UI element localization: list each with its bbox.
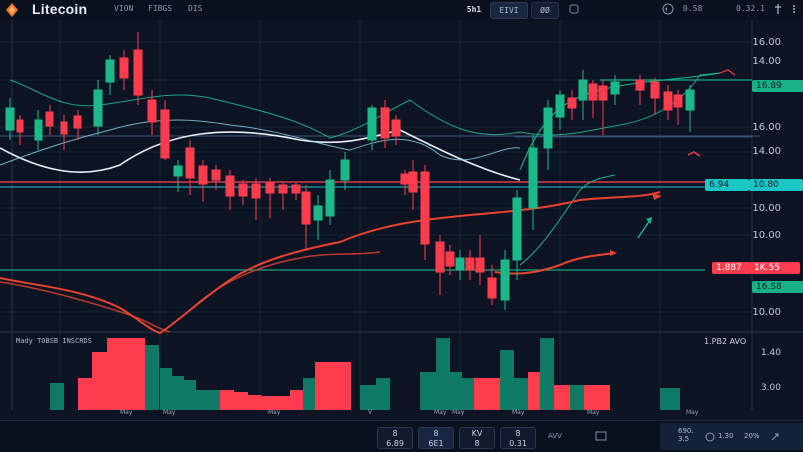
expand-icon[interactable]	[770, 432, 780, 442]
bottom-toolbar: 8 6.89 8 6E1 KV 8 8 0.31 AVV 690. 3.5 1.…	[0, 420, 803, 452]
bottom-button-4[interactable]: 8 0.31	[500, 427, 536, 449]
top-toolbar: Litecoin VION FIBGS DIS 5h1 EIVI ØØ 0.S8…	[0, 0, 803, 21]
nav-item-fibgs[interactable]: FIBGS	[148, 4, 172, 13]
volume-title: Mady TOBSB INSCRDS	[16, 337, 92, 345]
price-tag-green: 16.89	[752, 80, 803, 92]
price-tag-green-low: 16.S8	[752, 281, 803, 293]
volume-readout: 1.PB2 AVO	[704, 337, 747, 346]
settings-icon[interactable]	[568, 3, 580, 15]
time-label: May	[120, 409, 133, 416]
clock-icon[interactable]	[705, 432, 715, 442]
pin-icon[interactable]	[772, 3, 784, 15]
time-label: May	[686, 409, 699, 416]
timeframe-button[interactable]: 5h1	[462, 2, 486, 17]
bottom-value-3: 1.30	[718, 432, 734, 440]
time-label: May	[452, 409, 465, 416]
volume-axis-label: 1.40	[760, 348, 781, 358]
price-axis-label: 14.00	[752, 56, 781, 67]
bottom-button-2[interactable]: 8 6E1	[418, 427, 454, 449]
time-label: May	[434, 409, 447, 416]
nav-item-dis[interactable]: DIS	[188, 4, 202, 13]
time-axis: May May May V May May May May May	[0, 409, 803, 420]
time-label: May	[587, 409, 600, 416]
time-label: May	[268, 409, 281, 416]
price-axis-label: 14.00	[752, 146, 781, 157]
app-title: Litecoin	[32, 1, 88, 17]
bottom-status-panel: 690. 3.5 1.30 20%	[660, 423, 803, 450]
bottom-button-1[interactable]: 8 6.89	[377, 427, 413, 449]
bottom-button-3[interactable]: KV 8	[459, 427, 495, 449]
top-value-2: 0.32.1	[736, 4, 765, 13]
indicators-button[interactable]: EIVI	[490, 2, 528, 19]
price-axis-label: 16.00	[752, 37, 781, 48]
nav-item-vion[interactable]: VION	[114, 4, 133, 13]
bottom-value-2: 690. 3.5	[678, 427, 694, 443]
compare-button[interactable]: ØØ	[531, 2, 559, 19]
bottom-value-4: 20%	[744, 432, 760, 440]
time-label: May	[163, 409, 176, 416]
price-tag-red-right: 1K.55	[750, 262, 800, 274]
price-tag-cyan-left: 6.94	[705, 179, 749, 191]
more-icon[interactable]	[788, 3, 800, 15]
price-axis-label: 10.00	[752, 230, 781, 241]
price-axis-label: 10.00	[752, 203, 781, 214]
price-tag-cyan-right: 10.80	[749, 179, 803, 191]
volume-axis-label: 3.00	[760, 383, 781, 393]
price-axis-label: 16.00	[752, 122, 781, 133]
bottom-value-1: AVV	[548, 432, 562, 440]
grid-toggle-icon[interactable]	[595, 431, 607, 441]
price-axis-label: 10.00	[752, 307, 781, 318]
time-label: May	[512, 409, 525, 416]
replay-icon[interactable]	[662, 3, 674, 15]
top-value-1: 0.S8	[683, 4, 703, 13]
time-label: V	[368, 409, 373, 416]
litecoin-logo-icon	[6, 3, 18, 17]
price-chart[interactable]	[0, 20, 803, 410]
